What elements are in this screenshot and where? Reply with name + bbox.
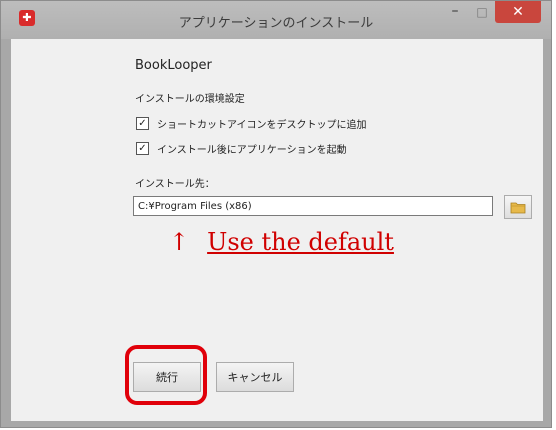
shortcut-checkbox[interactable]: ✓ — [136, 116, 149, 130]
browse-folder-button[interactable] — [504, 195, 532, 219]
install-path-input[interactable] — [133, 196, 493, 216]
destination-label: インストール先： — [135, 179, 215, 190]
annotation-text: Use the default — [207, 228, 394, 256]
launch-option[interactable]: ✓ インストール後にアプリケーションを起動 — [136, 140, 347, 156]
continue-button[interactable]: 続行 — [133, 362, 201, 392]
shortcut-option[interactable]: ✓ ショートカットアイコンをデスクトップに追加 — [136, 115, 367, 131]
cancel-button[interactable]: キャンセル — [216, 362, 294, 392]
close-button[interactable]: ✕ — [495, 1, 541, 23]
launch-option-label: インストール後にアプリケーションを起動 — [157, 144, 347, 156]
use-default-annotation: ↑ Use the default — [169, 228, 394, 256]
launch-checkbox[interactable]: ✓ — [136, 141, 149, 155]
up-arrow-icon: ↑ — [169, 228, 190, 256]
folder-icon — [510, 202, 526, 213]
title-bar[interactable]: ✚ アプリケーションのインストール – □ ✕ — [1, 1, 551, 39]
shortcut-option-label: ショートカットアイコンをデスクトップに追加 — [157, 119, 367, 131]
maximize-button[interactable]: □ — [469, 1, 495, 23]
settings-section-label: インストールの環境設定 — [135, 94, 245, 105]
minimize-button[interactable]: – — [441, 1, 469, 23]
dialog-body: BookLooper インストールの環境設定 ✓ ショートカットアイコンをデスク… — [11, 39, 543, 421]
installer-window: ✚ アプリケーションのインストール – □ ✕ BookLooper インストー… — [0, 0, 552, 428]
app-name: BookLooper — [135, 58, 212, 73]
